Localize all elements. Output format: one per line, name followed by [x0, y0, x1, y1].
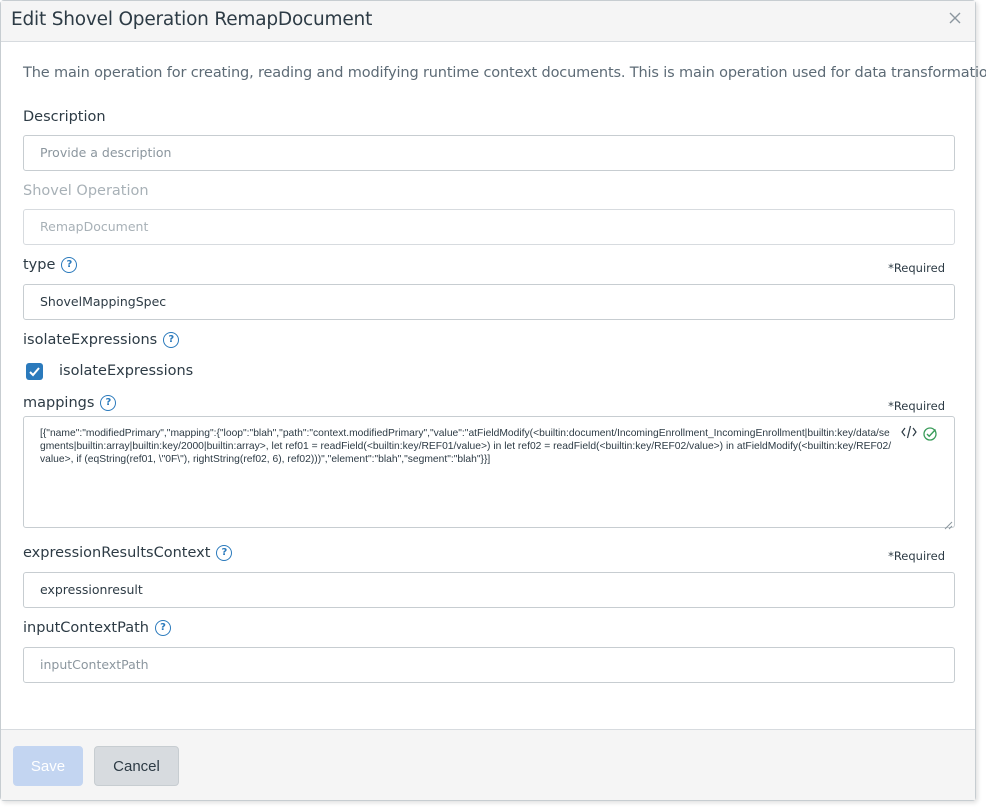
mappings-label-text: mappings	[23, 395, 95, 411]
mappings-textarea[interactable]: [{"name":"modifiedPrimary","mapping":{"l…	[23, 416, 955, 528]
resize-handle[interactable]	[943, 515, 953, 534]
cancel-button[interactable]: Cancel	[94, 746, 179, 786]
expression-results-context-input[interactable]: expressionresult	[23, 572, 955, 608]
edit-shovel-dialog: Edit Shovel Operation RemapDocument The …	[0, 0, 986, 801]
help-icon[interactable]: ?	[100, 395, 117, 411]
expression-results-context-required: *Required	[888, 549, 945, 563]
type-label-text: type	[23, 257, 56, 273]
dialog-footer: Save Cancel	[1, 729, 975, 800]
code-icon[interactable]	[901, 425, 917, 443]
help-icon[interactable]: ?	[61, 257, 78, 273]
input-context-path-label: inputContextPath?	[23, 620, 171, 636]
shovel-operation-field: RemapDocument	[23, 209, 955, 245]
dialog-title: Edit Shovel Operation RemapDocument	[11, 9, 373, 30]
type-input[interactable]: ShovelMappingSpec	[23, 284, 955, 320]
isolate-expressions-label-text: isolateExpressions	[23, 332, 158, 348]
dialog-header: Edit Shovel Operation RemapDocument	[1, 1, 975, 42]
help-icon[interactable]: ?	[154, 620, 171, 636]
help-icon[interactable]: ?	[163, 332, 180, 348]
expression-results-context-label-text: expressionResultsContext	[23, 545, 211, 561]
type-required: *Required	[888, 261, 945, 275]
input-context-path-label-text: inputContextPath	[23, 620, 149, 636]
type-label: type?	[23, 257, 78, 273]
valid-check-icon	[923, 426, 937, 445]
help-icon[interactable]: ?	[216, 545, 233, 561]
description-input[interactable]: Provide a description	[23, 135, 955, 171]
description-label: Description	[23, 109, 106, 125]
isolate-expressions-checkbox[interactable]	[26, 363, 43, 380]
close-icon[interactable]	[945, 9, 965, 29]
mappings-required: *Required	[888, 399, 945, 413]
shovel-operation-label: Shovel Operation	[23, 183, 149, 199]
expression-results-context-label: expressionResultsContext?	[23, 545, 233, 561]
isolate-expressions-label: isolateExpressions?	[23, 332, 180, 348]
save-button[interactable]: Save	[13, 746, 83, 786]
input-context-path-input[interactable]: inputContextPath	[23, 647, 955, 683]
isolate-expressions-checkbox-label[interactable]: isolateExpressions	[59, 363, 193, 379]
mappings-label: mappings?	[23, 395, 117, 411]
dialog-description: The main operation for creating, reading…	[23, 65, 986, 81]
